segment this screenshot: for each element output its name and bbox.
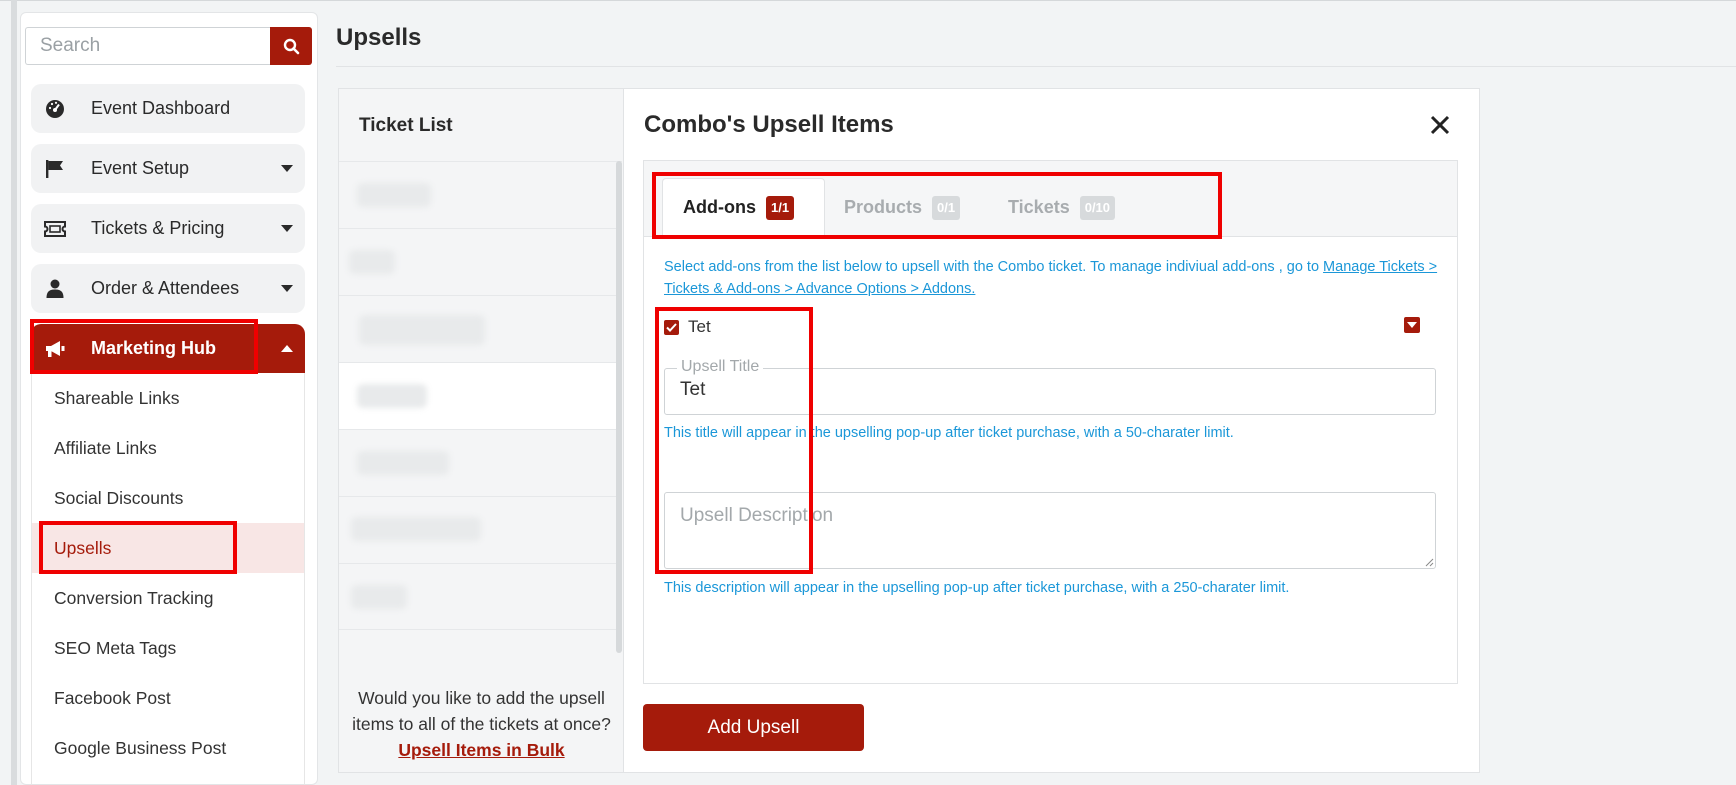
sidebar-item-label: Order & Attendees — [91, 278, 240, 298]
marketing-hub-submenu: Shareable Links Affiliate Links Social D… — [31, 373, 305, 785]
top-border — [0, 0, 1736, 1]
dashboard-icon — [43, 84, 67, 133]
upsell-title-label: Upsell Title — [677, 358, 764, 376]
addon-collapse-button[interactable] — [1404, 317, 1420, 333]
sidebar-item-label: Event Setup — [91, 158, 190, 178]
upsell-title-field: Upsell Title — [664, 358, 1436, 415]
bulk-prompt-text: Would you like to add the upsell items t… — [352, 688, 611, 734]
tab-products[interactable]: Products 0/1 — [844, 178, 961, 237]
ticket-row[interactable] — [339, 429, 622, 496]
tab-bar: Add-ons 1/1 Products 0/1 Tickets 0/10 — [644, 161, 1457, 237]
tab-tickets[interactable]: Tickets 0/10 — [1008, 178, 1116, 237]
sidebar-item-event-setup[interactable]: Event Setup — [31, 144, 305, 193]
addon-name: Tet — [688, 317, 711, 336]
count-badge: 0/1 — [932, 195, 961, 220]
search-box — [25, 27, 312, 65]
chevron-down-icon — [281, 264, 293, 313]
tab-label: Products — [844, 197, 923, 217]
sidebar-item-label: Marketing Hub — [91, 338, 217, 358]
sidebar-item-event-dashboard[interactable]: Event Dashboard — [31, 84, 305, 133]
ticket-list-heading: Ticket List — [359, 115, 453, 136]
submenu-item-social-discounts[interactable]: Social Discounts — [32, 473, 304, 523]
left-edge-bar — [11, 0, 17, 785]
submenu-item-conversion-tracking[interactable]: Conversion Tracking — [32, 573, 304, 623]
tab-add-ons[interactable]: Add-ons 1/1 — [662, 178, 825, 237]
close-button[interactable] — [1430, 115, 1454, 139]
sidebar-item-label: Event Dashboard — [91, 98, 231, 118]
sidebar-item-label: Tickets & Pricing — [91, 218, 225, 238]
chevron-down-icon — [281, 144, 293, 193]
ticket-row[interactable] — [339, 496, 622, 563]
addon-item: Tet — [664, 317, 711, 337]
flag-icon — [43, 144, 67, 193]
tab-label: Tickets — [1008, 197, 1070, 217]
sidebar: Event Dashboard Event Setup Tickets & Pr… — [20, 12, 318, 785]
chevron-down-icon — [281, 204, 293, 253]
checkmark-icon — [666, 322, 677, 332]
submenu-item-facebook-post[interactable]: Facebook Post — [32, 673, 304, 723]
ticket-list-scrollbar[interactable] — [616, 161, 622, 653]
modal-title: Combo's Upsell Items — [644, 111, 894, 138]
sidebar-item-order-attendees[interactable]: Order & Attendees — [31, 264, 305, 313]
addon-checkbox[interactable] — [664, 319, 679, 335]
submenu-item-upsells[interactable]: Upsells — [32, 523, 304, 573]
user-icon — [43, 264, 67, 313]
addon-instructions: Select add-ons from the list below to up… — [664, 256, 1444, 300]
ticket-row[interactable] — [339, 228, 622, 295]
count-badge: 0/10 — [1079, 195, 1116, 220]
submenu-item-affiliate-links[interactable]: Affiliate Links — [32, 423, 304, 473]
page-title: Upsells — [336, 24, 422, 51]
upsell-title-help: This title will appear in the upselling … — [664, 425, 1234, 441]
title-divider — [336, 66, 1736, 67]
submenu-item-shareable-links[interactable]: Shareable Links — [32, 373, 304, 423]
addon-instructions-text: Select add-ons from the list below to up… — [664, 259, 1324, 275]
sidebar-item-tickets-pricing[interactable]: Tickets & Pricing — [31, 204, 305, 253]
upsell-items-modal: Combo's Upsell Items Add-ons 1/1 Product… — [624, 89, 1479, 772]
upsell-items-in-bulk-link[interactable]: Upsell Items in Bulk — [349, 737, 614, 763]
tab-label: Add-ons — [683, 197, 756, 217]
search-input[interactable] — [25, 27, 270, 65]
close-icon — [1430, 115, 1450, 135]
ticket-row[interactable] — [339, 161, 622, 228]
chevron-up-icon — [281, 324, 293, 373]
sidebar-item-marketing-hub[interactable]: Marketing Hub — [31, 324, 305, 373]
ticket-row[interactable] — [339, 295, 622, 362]
caret-down-icon — [1407, 322, 1417, 328]
ticket-row[interactable] — [339, 563, 622, 630]
upsell-description-help: This description will appear in the upse… — [664, 580, 1290, 596]
megaphone-icon — [43, 324, 67, 373]
upsell-description-input[interactable] — [664, 492, 1436, 569]
ticket-icon — [43, 204, 67, 253]
search-button[interactable] — [270, 27, 312, 65]
submenu-item-google-business-post[interactable]: Google Business Post — [32, 723, 304, 773]
count-badge: 1/1 — [765, 195, 795, 220]
submenu-item-seo-meta-tags[interactable]: SEO Meta Tags — [32, 623, 304, 673]
ticket-list: Ticket List Would you like to add the up… — [339, 89, 624, 772]
add-upsell-button[interactable]: Add Upsell — [643, 704, 864, 751]
upsell-panel: Ticket List Would you like to add the up… — [338, 88, 1480, 773]
upsell-title-input[interactable] — [680, 379, 1420, 401]
ticket-row[interactable] — [339, 362, 622, 429]
upsell-items-card: Add-ons 1/1 Products 0/1 Tickets 0/10 Se… — [643, 160, 1458, 684]
bulk-prompt: Would you like to add the upsell items t… — [349, 685, 614, 763]
search-icon — [283, 38, 299, 54]
